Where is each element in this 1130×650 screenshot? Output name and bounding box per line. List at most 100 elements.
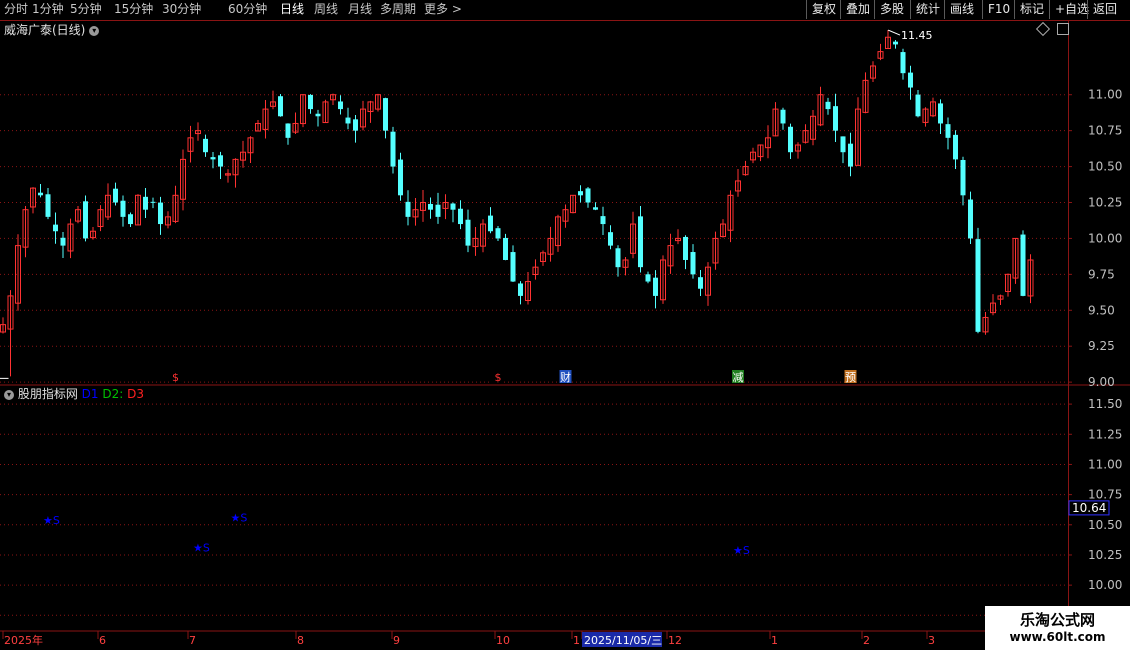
stock-title-text: 威海广泰(日线) (4, 23, 86, 37)
candle-body (143, 196, 148, 210)
x-axis-tick-label: 2025年 (4, 633, 43, 647)
candle-body (218, 155, 223, 167)
indicator-title[interactable]: ▾ 股朋指标网 D1 D2: D3 (4, 387, 144, 401)
main-y-tick-label: 9.00 (1088, 375, 1115, 389)
d1-label: D1 (81, 387, 99, 401)
indicator-y-tick-label: 11.00 (1088, 457, 1122, 471)
x-axis-tick-label: 1 (771, 634, 778, 647)
signal-marker: ★S (193, 542, 210, 555)
current-value-label: 10.64 (1072, 501, 1106, 515)
candle-body (83, 201, 88, 239)
x-axis-tick-label: 6 (99, 634, 106, 647)
main-y-tick-label: 10.50 (1088, 160, 1122, 174)
main-y-tick-label: 9.50 (1088, 303, 1115, 317)
candle-body (893, 41, 898, 45)
main-y-tick-label: 9.25 (1088, 339, 1115, 353)
candle-body (315, 113, 321, 117)
event-marker: $ (495, 371, 502, 384)
candle-body (308, 94, 313, 110)
candle-body (833, 106, 838, 131)
main-y-tick-label: 10.75 (1088, 124, 1122, 138)
indicator-y-tick-label: 10.25 (1088, 548, 1122, 562)
candle-body (690, 252, 696, 275)
candle-body (908, 72, 913, 88)
indicator-y-tick-label: 11.25 (1088, 427, 1122, 441)
candle-body (683, 236, 688, 260)
candle-body (968, 199, 973, 239)
candle-body (435, 204, 441, 217)
candle-body (938, 103, 943, 124)
candle-body (345, 117, 351, 124)
high-pointer (887, 29, 901, 36)
candle-body (285, 123, 291, 138)
x-axis-tick-label: 9 (393, 634, 400, 647)
candle-body (465, 219, 471, 246)
candle-body (353, 119, 358, 131)
candle-body (638, 216, 643, 268)
candle-body (975, 239, 981, 332)
event-marker: 财 (560, 370, 571, 384)
candle-body (390, 131, 396, 167)
candle-body (278, 96, 283, 117)
candle-body (210, 157, 216, 160)
candle-body (915, 94, 921, 117)
candle-body (608, 232, 613, 246)
main-y-tick-label: 10.25 (1088, 196, 1122, 210)
candle-body (1020, 234, 1026, 296)
x-axis-tick-label: 10 (496, 634, 510, 647)
candle-body (53, 224, 58, 232)
candle-body (398, 159, 403, 196)
x-axis-tick-label: 8 (297, 634, 304, 647)
candle-body (45, 194, 51, 217)
candle-body (953, 134, 958, 160)
candle-body (600, 216, 606, 225)
event-marker: 减 (733, 371, 744, 384)
main-y-tick-label: 11.00 (1088, 88, 1122, 102)
candle-body (698, 277, 703, 289)
signal-marker: ★S (231, 511, 248, 524)
indicator-name: 股朋指标网 (17, 387, 78, 401)
watermark-title: 乐淘公式网 (1019, 611, 1095, 629)
candle-body (578, 191, 583, 196)
candle-body (503, 237, 508, 260)
candle-body (788, 126, 793, 153)
candle-body (518, 283, 523, 296)
x-axis-tick-label: 3 (928, 634, 935, 647)
candle-body (450, 203, 456, 210)
candle-body (158, 202, 163, 225)
main-y-tick-label: 9.75 (1088, 267, 1115, 281)
signal-marker: ★S (733, 544, 750, 557)
d2-label: D2: (102, 387, 124, 401)
high-label: 11.45 (901, 29, 933, 42)
indicator-y-tick-label: 10.00 (1088, 578, 1122, 592)
indicator-y-tick-label: 10.75 (1088, 488, 1122, 502)
candle-body (495, 228, 501, 239)
candle-body (128, 214, 133, 225)
candle-body (593, 207, 598, 210)
candle-body (113, 188, 118, 203)
collapse-icon[interactable]: ▾ (89, 25, 100, 36)
indicator-y-tick-label: 11.50 (1088, 397, 1122, 411)
candle-body (488, 215, 493, 232)
candle-body (615, 248, 621, 268)
candle-body (960, 159, 966, 196)
signal-marker: ★S (43, 514, 60, 527)
candle-body (945, 124, 951, 138)
candle-body (840, 136, 846, 153)
x-axis-tick-label: 12 (668, 634, 682, 647)
candle-body (150, 201, 156, 203)
x-axis-tick-label: 7 (189, 634, 196, 647)
candle-body (900, 52, 906, 74)
x-axis-tick-label: 1 (573, 634, 580, 647)
candle-body (120, 200, 126, 217)
panel-window-icon[interactable] (1057, 23, 1069, 35)
candle-body (825, 101, 831, 110)
watermark: 乐淘公式网 www.60lt.com (985, 606, 1130, 650)
collapse-icon[interactable]: ▾ (4, 389, 14, 400)
chart-canvas: 11.00 10.75 10.50 10.25 10.00 9.75 9.50 9.25 9.0… (0, 20, 1130, 647)
candle-body (585, 188, 591, 203)
candle-body (203, 138, 208, 153)
x-axis-tick-label: 2 (863, 634, 870, 647)
event-marker: $ (172, 371, 179, 384)
stock-title[interactable]: 威海广泰(日线) ▾ (4, 23, 100, 37)
